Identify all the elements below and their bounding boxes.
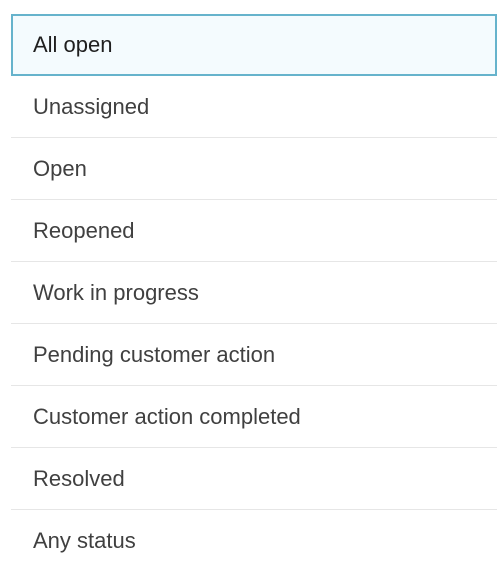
option-label: Customer action completed	[33, 403, 301, 429]
option-label: Resolved	[33, 465, 125, 491]
option-open[interactable]: Open	[11, 138, 497, 200]
option-pending-customer-action[interactable]: Pending customer action	[11, 324, 497, 386]
option-label: Unassigned	[33, 93, 150, 119]
option-label: Pending customer action	[33, 341, 276, 367]
option-customer-action-completed[interactable]: Customer action completed	[11, 386, 497, 448]
option-unassigned[interactable]: Unassigned	[11, 76, 497, 138]
option-label: Any status	[33, 528, 136, 553]
status-filter-dropdown: All open Unassigned Open Reopened Work i…	[11, 14, 497, 571]
option-label: Open	[33, 155, 87, 181]
option-all-open[interactable]: All open	[11, 14, 497, 76]
option-label: Work in progress	[33, 279, 199, 305]
option-label: Reopened	[33, 217, 135, 243]
option-any-status[interactable]: Any status	[11, 510, 497, 572]
option-reopened[interactable]: Reopened	[11, 200, 497, 262]
option-work-in-progress[interactable]: Work in progress	[11, 262, 497, 324]
option-resolved[interactable]: Resolved	[11, 448, 497, 510]
option-label: All open	[33, 32, 113, 57]
